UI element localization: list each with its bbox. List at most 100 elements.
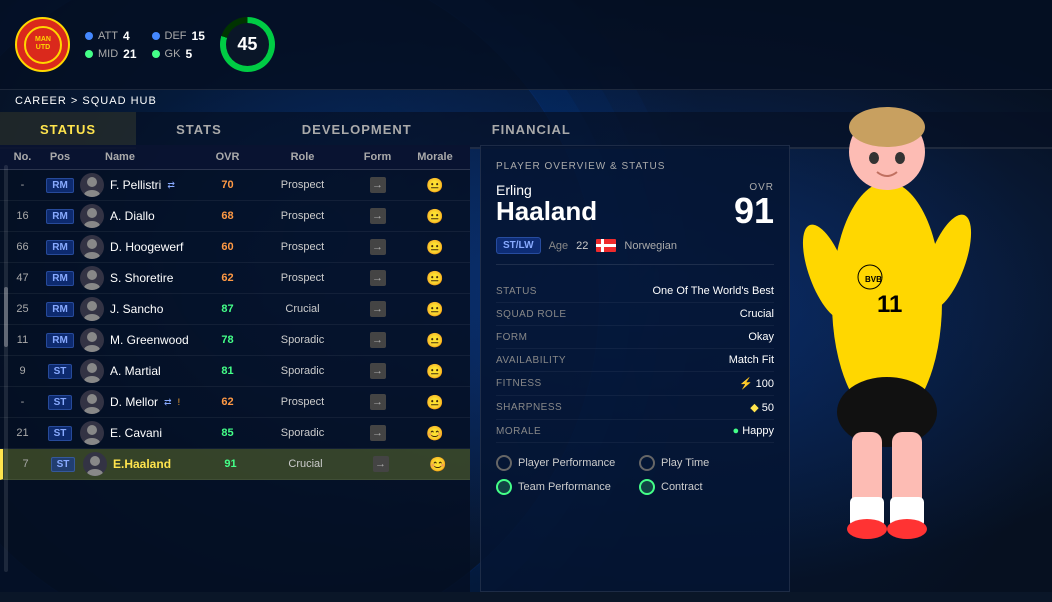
player-avatar [80,390,104,414]
age-value: 22 [576,240,588,252]
club-logo: MAN UTD [15,17,70,72]
overview-stat-row: MORALE ●Happy [496,420,774,443]
col-name: Name [80,151,200,163]
svg-text:UTD: UTD [35,44,49,51]
player-name-section: Erling Haaland OVR 91 [496,182,774,229]
stat-label: FITNESS [496,378,606,389]
cell-morale: 😊 [405,425,465,442]
svg-text:11: 11 [877,291,902,318]
cell-ovr: 70 [200,179,255,191]
def-label: DEF [165,30,187,42]
cell-pos: ST [40,395,80,410]
bottom-indicators: Player Performance Play Time Team Perfor… [496,455,774,495]
player-avatar [80,266,104,290]
player-avatar [80,421,104,445]
cell-no: 21 [5,427,40,439]
cell-role: Prospect [255,179,350,191]
indicator-label: Contract [661,481,703,493]
table-row[interactable]: - RM F. Pellistri⇄ 70 Prospect → 😐 [0,170,470,201]
cell-form: → [350,363,405,379]
age-label: Age [549,240,569,252]
overview-stat-row: FORM Okay [496,326,774,349]
att-label: ATT [98,30,118,42]
cell-morale: 😐 [405,394,465,411]
cell-ovr: 85 [200,427,255,439]
cell-name: A. Diallo [80,204,200,228]
cell-morale: 😊 [408,456,468,473]
overview-stat-row: STATUS One Of The World's Best [496,280,774,303]
indicator-circle [496,455,512,471]
stat-value: ⚡100 [739,377,774,390]
indicator-circle [496,479,512,495]
player-avatar [80,235,104,259]
table-row[interactable]: 25 RM J. Sancho 87 Crucial → 😐 [0,294,470,325]
tab-stats[interactable]: STATS [136,112,262,147]
overview-stat-row: SQUAD ROLE Crucial [496,303,774,326]
col-form: Form [350,151,405,163]
player-last-name: Haaland [496,198,597,224]
svg-text:BVB: BVB [865,275,882,284]
overall-value: 45 [237,34,257,55]
cell-pos: RM [40,178,80,193]
tab-bar: STATUS STATS DEVELOPMENT FINANCIAL [0,112,1052,149]
col-role: Role [255,151,350,163]
cell-role: Prospect [255,241,350,253]
table-row[interactable]: 47 RM S. Shoretire 62 Prospect → 😐 [0,263,470,294]
cell-no: 25 [5,303,40,315]
breadcrumb: CAREER > SQUAD HUB [15,95,157,107]
cell-pos: RM [40,333,80,348]
table-row[interactable]: 21 ST E. Cavani 85 Sporadic → 😊 [0,418,470,449]
table-row[interactable]: - ST D. Mellor⇄! 62 Prospect → 😐 [0,387,470,418]
table-row[interactable]: 11 RM M. Greenwood 78 Sporadic → 😐 [0,325,470,356]
cell-form: → [350,177,405,193]
indicator-item: Team Performance [496,479,631,495]
cell-name: F. Pellistri⇄ [80,173,200,197]
col-ovr: OVR [200,151,255,163]
tab-status[interactable]: STATUS [0,112,136,147]
cell-no: 47 [5,272,40,284]
stat-value: ●Happy [733,425,774,437]
cell-morale: 😐 [405,301,465,318]
cell-ovr: 60 [200,241,255,253]
scroll-bar[interactable] [4,165,8,572]
indicator-item: Play Time [639,455,774,471]
player-avatar [83,452,107,476]
table-row[interactable]: 66 RM D. Hoogewerf 60 Prospect → 😐 [0,232,470,263]
player-meta: ST/LW Age 22 Norwegian [496,237,774,265]
cell-name: S. Shoretire [80,266,200,290]
cell-morale: 😐 [405,270,465,287]
att-dot [85,32,93,40]
cell-pos: ST [40,364,80,379]
cell-pos: RM [40,240,80,255]
cell-name: D. Hoogewerf [80,235,200,259]
cell-morale: 😐 [405,332,465,349]
scroll-thumb [4,287,8,347]
gk-label: GK [165,48,181,60]
cell-role: Sporadic [255,334,350,346]
table-row[interactable]: 7 ST E.Haaland 91 Crucial → 😊 [0,449,470,480]
tab-financial[interactable]: FINANCIAL [452,112,611,147]
cell-ovr: 81 [200,365,255,377]
cell-form: → [350,425,405,441]
stat-value: Crucial [740,308,774,320]
tab-development[interactable]: DEVELOPMENT [262,112,452,147]
cell-name: A. Martial [80,359,200,383]
cell-name: J. Sancho [80,297,200,321]
overview-panel: PLAYER OVERVIEW & STATUS Erling Haaland … [480,145,790,592]
stat-label: AVAILABILITY [496,355,606,366]
att-value: 4 [123,29,130,43]
stat-rows-container: STATUS One Of The World's Best SQUAD ROL… [496,280,774,443]
table-row[interactable]: 9 ST A. Martial 81 Sporadic → 😐 [0,356,470,387]
top-bar: MAN UTD ATT 4 DEF 15 MID 21 GK 5 45 [0,0,1052,90]
indicator-item: Contract [639,479,774,495]
nationality-flag [596,239,616,252]
cell-form: → [350,301,405,317]
indicator-circle [639,479,655,495]
stat-value: One Of The World's Best [652,285,774,297]
cell-no: - [5,179,40,191]
table-row[interactable]: 16 RM A. Diallo 68 Prospect → 😐 [0,201,470,232]
def-dot [152,32,160,40]
cell-no: - [5,396,40,408]
svg-text:MAN: MAN [35,36,51,43]
cell-form: → [350,332,405,348]
